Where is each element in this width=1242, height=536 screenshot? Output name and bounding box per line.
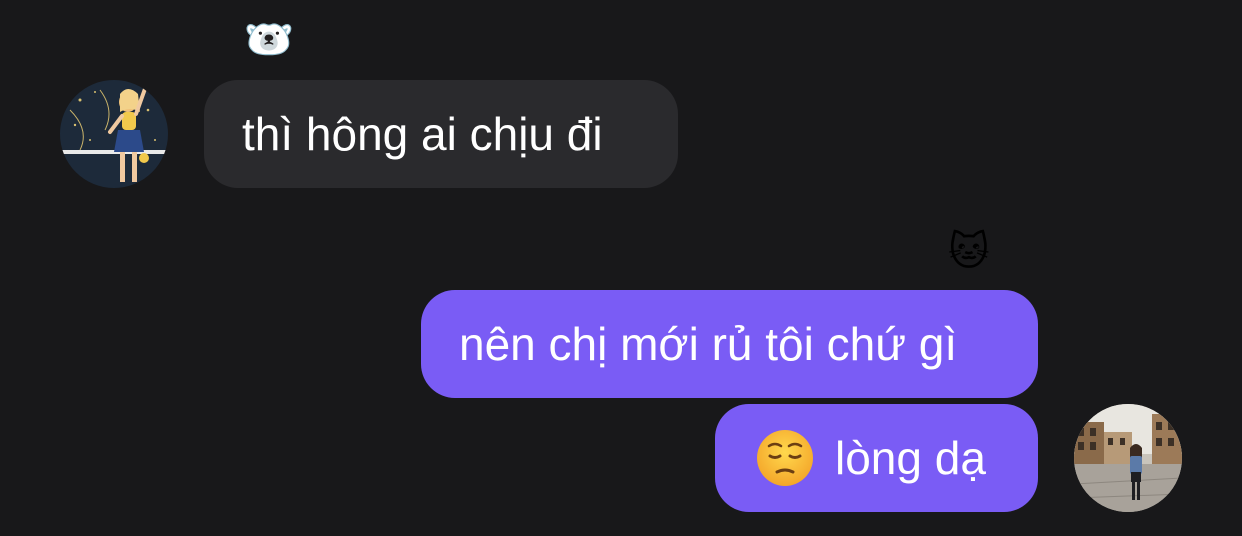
outgoing-message-text: nên chị mới rủ tôi chứ gì <box>459 318 958 370</box>
incoming-message-bubble[interactable]: thì hông ai chịu đi <box>204 80 678 188</box>
avatar-other[interactable] <box>60 80 168 188</box>
outgoing-message-text-2: lòng dạ <box>835 432 986 484</box>
avatar-me-image <box>1074 404 1182 512</box>
pensive-face-icon <box>755 428 815 488</box>
outgoing-message-bubble[interactable]: nên chị mới rủ tôi chứ gì <box>421 290 1038 398</box>
avatar-me[interactable] <box>1074 404 1182 512</box>
avatar-other-image <box>60 80 168 188</box>
outgoing-message-bubble-2[interactable]: lòng dạ <box>715 404 1038 512</box>
chat-thread: 🐻‍❄️ thì hông ai chịu đi � <box>0 0 1242 536</box>
incoming-message-text: thì hông ai chịu đi <box>242 108 603 160</box>
cat-reaction-icon[interactable]: 🐱 <box>948 228 990 276</box>
polar-bear-reaction-icon[interactable]: 🐻‍❄️ <box>244 16 294 64</box>
